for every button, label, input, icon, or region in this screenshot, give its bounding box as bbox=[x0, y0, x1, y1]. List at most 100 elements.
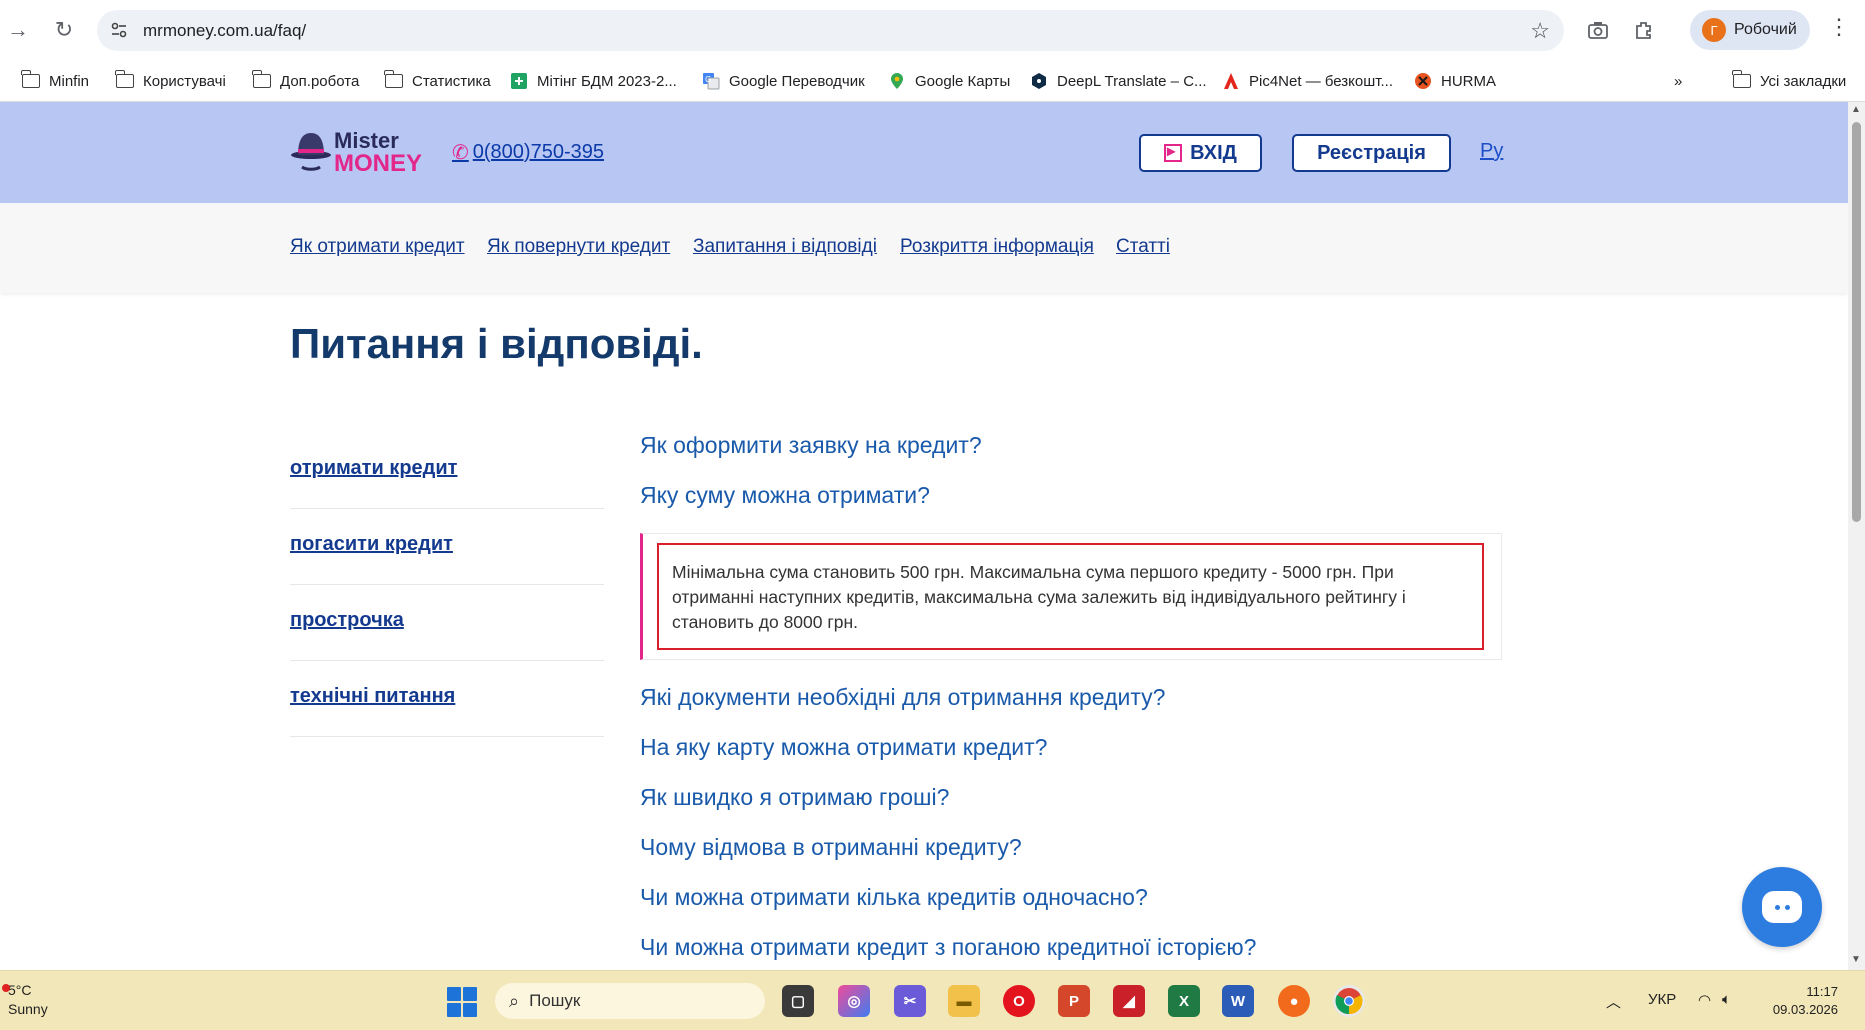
bookmark-label: Pic4Net — безкошт... bbox=[1249, 72, 1393, 90]
extensions-icon[interactable] bbox=[1626, 12, 1662, 48]
file-explorer-icon[interactable]: ▬ bbox=[948, 985, 980, 1017]
profile-button[interactable]: Г Робочий bbox=[1690, 10, 1810, 50]
chrome-icon[interactable] bbox=[1333, 985, 1365, 1017]
input-language[interactable]: УКР bbox=[1648, 991, 1676, 1008]
site-settings-icon[interactable] bbox=[109, 20, 129, 40]
faq-answer-text: Мінімальна сума становить 500 грн. Макси… bbox=[657, 543, 1484, 650]
nav-link-get-credit[interactable]: Як отримати кредит bbox=[290, 236, 465, 258]
scroll-down-icon[interactable]: ▼ bbox=[1851, 954, 1861, 965]
address-bar[interactable]: mrmoney.com.ua/faq/ ☆ bbox=[97, 10, 1564, 51]
sheets-icon bbox=[510, 73, 528, 89]
bookmarks-overflow-icon[interactable]: » bbox=[1674, 66, 1682, 96]
register-label: Реєстрація bbox=[1317, 141, 1426, 164]
bookmark-item[interactable]: DeepL Translate – С... bbox=[1030, 66, 1207, 96]
wifi-icon[interactable]: ◠ bbox=[1698, 991, 1711, 1009]
chat-widget-button[interactable] bbox=[1742, 867, 1822, 947]
scrollbar-thumb[interactable] bbox=[1852, 122, 1861, 522]
bookmark-item[interactable]: Мітінг БДМ 2023-2... bbox=[510, 66, 677, 96]
url-text[interactable]: mrmoney.com.ua/faq/ bbox=[143, 21, 306, 41]
faq-question[interactable]: Чому відмова в отриманні кредиту? bbox=[640, 834, 1022, 861]
browser-toolbar: → ↻ mrmoney.com.ua/faq/ ☆ Г Робочий ⋮ bbox=[0, 0, 1865, 60]
nav-link-articles[interactable]: Статті bbox=[1116, 236, 1170, 258]
faq-question[interactable]: Яку суму можна отримати? bbox=[640, 482, 930, 509]
snipping-tool-icon[interactable]: ✂ bbox=[894, 985, 926, 1017]
folder-icon bbox=[21, 70, 40, 89]
bookmark-label: Усі закладки bbox=[1760, 72, 1847, 90]
bookmark-label: HURMA bbox=[1441, 72, 1496, 90]
nav-link-faq[interactable]: Запитання і відповіді bbox=[693, 236, 877, 258]
login-icon bbox=[1164, 141, 1183, 162]
folder-icon bbox=[1732, 70, 1751, 89]
pic4net-icon bbox=[1222, 73, 1240, 89]
reload-icon[interactable]: ↻ bbox=[46, 12, 82, 48]
faq-question[interactable]: Як швидко я отримаю гроші? bbox=[640, 784, 949, 811]
powerpoint-icon[interactable]: P bbox=[1058, 985, 1090, 1017]
taskbar-search[interactable]: ⌕ Пошук bbox=[495, 983, 765, 1019]
bookmark-item[interactable]: Minfin bbox=[21, 66, 89, 96]
bookmark-item[interactable]: Доп.робота bbox=[252, 66, 359, 96]
firefox-icon[interactable]: ● bbox=[1278, 985, 1310, 1017]
site-logo[interactable]: Mister MONEY bbox=[290, 127, 422, 177]
sidebar-link-technical[interactable]: технічні питання bbox=[290, 685, 455, 708]
bookmark-item[interactable]: HURMA bbox=[1414, 66, 1496, 96]
taskbar-search-label: Пошук bbox=[529, 991, 581, 1010]
faq-question[interactable]: Чи можна отримати кілька кредитів одноча… bbox=[640, 884, 1148, 911]
browser-menu-icon[interactable]: ⋮ bbox=[1828, 14, 1850, 40]
site-header: Mister MONEY ✆0(800)750-395 ВХІД Реєстра… bbox=[0, 102, 1848, 203]
bookmark-label: Google Переводчик bbox=[729, 72, 865, 90]
windows-start-icon[interactable] bbox=[447, 987, 477, 1017]
image-viewer-icon[interactable]: ◢ bbox=[1113, 985, 1145, 1017]
sidebar-item: отримати кредит bbox=[290, 433, 604, 509]
bookmark-label: Google Карты bbox=[915, 72, 1011, 90]
screenshot-icon[interactable] bbox=[1580, 12, 1616, 48]
bookmark-item[interactable]: Pic4Net — безкошт... bbox=[1222, 66, 1393, 96]
faq-question[interactable]: Які документи необхідні для отримання кр… bbox=[640, 684, 1165, 711]
svg-text:G: G bbox=[705, 75, 711, 84]
taskbar-clock[interactable]: 11:17 09.03.2026 bbox=[1768, 983, 1838, 1019]
faq-question[interactable]: Чи можна отримати кредит з поганою креди… bbox=[640, 934, 1256, 961]
sidebar-link-repay-credit[interactable]: погасити кредит bbox=[290, 533, 453, 556]
phone-link[interactable]: ✆ 0(800)750-395 bbox=[452, 140, 604, 165]
maps-pin-icon bbox=[888, 73, 906, 89]
sidebar-link-overdue[interactable]: прострочка bbox=[290, 609, 404, 632]
tray-overflow-icon[interactable]: ︿ bbox=[1606, 991, 1621, 1012]
nav-link-repay-credit[interactable]: Як повернути кредит bbox=[487, 236, 670, 258]
bookmark-item[interactable]: Google Карты bbox=[888, 66, 1010, 96]
bookmark-item[interactable]: Користувачі bbox=[115, 66, 226, 96]
task-view-icon[interactable]: ▢ bbox=[782, 985, 814, 1017]
volume-icon[interactable]: 🔈︎ bbox=[1722, 991, 1731, 1008]
weather-condition: Sunny bbox=[8, 1001, 48, 1017]
bookmark-label: DeepL Translate – С... bbox=[1057, 72, 1207, 90]
forward-icon[interactable]: → bbox=[0, 12, 36, 48]
bookmark-star-icon[interactable]: ☆ bbox=[1530, 18, 1550, 44]
faq-question[interactable]: На яку карту можна отримати кредит? bbox=[640, 734, 1047, 761]
phone-icon: ✆ bbox=[452, 142, 469, 164]
nav-link-disclosure[interactable]: Розкриття інформація bbox=[900, 236, 1094, 258]
faq-question[interactable]: Як оформити заявку на кредит? bbox=[640, 432, 982, 459]
weather-temp: 5°C bbox=[8, 982, 32, 998]
page-title: Питання і відповіді. bbox=[290, 320, 703, 367]
clock-time: 11:17 bbox=[1806, 984, 1838, 999]
bookmark-item[interactable]: G Google Переводчик bbox=[702, 66, 865, 96]
folder-icon bbox=[252, 70, 271, 89]
excel-icon[interactable]: X bbox=[1168, 985, 1200, 1017]
opera-icon[interactable]: O bbox=[1003, 985, 1035, 1017]
scroll-up-icon[interactable]: ▲ bbox=[1851, 104, 1861, 115]
phone-number: 0(800)750-395 bbox=[472, 141, 604, 163]
bookmark-label: Користувачі bbox=[143, 72, 226, 90]
faq-answer-panel: Мінімальна сума становить 500 грн. Макси… bbox=[640, 533, 1502, 660]
language-switch-link[interactable]: Ру bbox=[1480, 140, 1503, 163]
bookmark-item[interactable]: Статистика bbox=[384, 66, 491, 96]
login-button[interactable]: ВХІД bbox=[1139, 134, 1262, 172]
word-icon[interactable]: W bbox=[1222, 985, 1254, 1017]
all-bookmarks-folder[interactable]: Усі закладки bbox=[1732, 66, 1847, 96]
sidebar-item: погасити кредит bbox=[290, 509, 604, 585]
hurma-icon bbox=[1414, 73, 1432, 89]
creative-cloud-icon[interactable]: ◎ bbox=[838, 985, 870, 1017]
page-scrollbar[interactable]: ▲ ▼ bbox=[1848, 102, 1865, 970]
sidebar-link-get-credit[interactable]: отримати кредит bbox=[290, 457, 457, 480]
register-button[interactable]: Реєстрація bbox=[1292, 134, 1451, 172]
sidebar-item: технічні питання bbox=[290, 661, 604, 737]
login-label: ВХІД bbox=[1190, 141, 1237, 164]
weather-widget[interactable]: 5°C Sunny bbox=[2, 981, 48, 1019]
